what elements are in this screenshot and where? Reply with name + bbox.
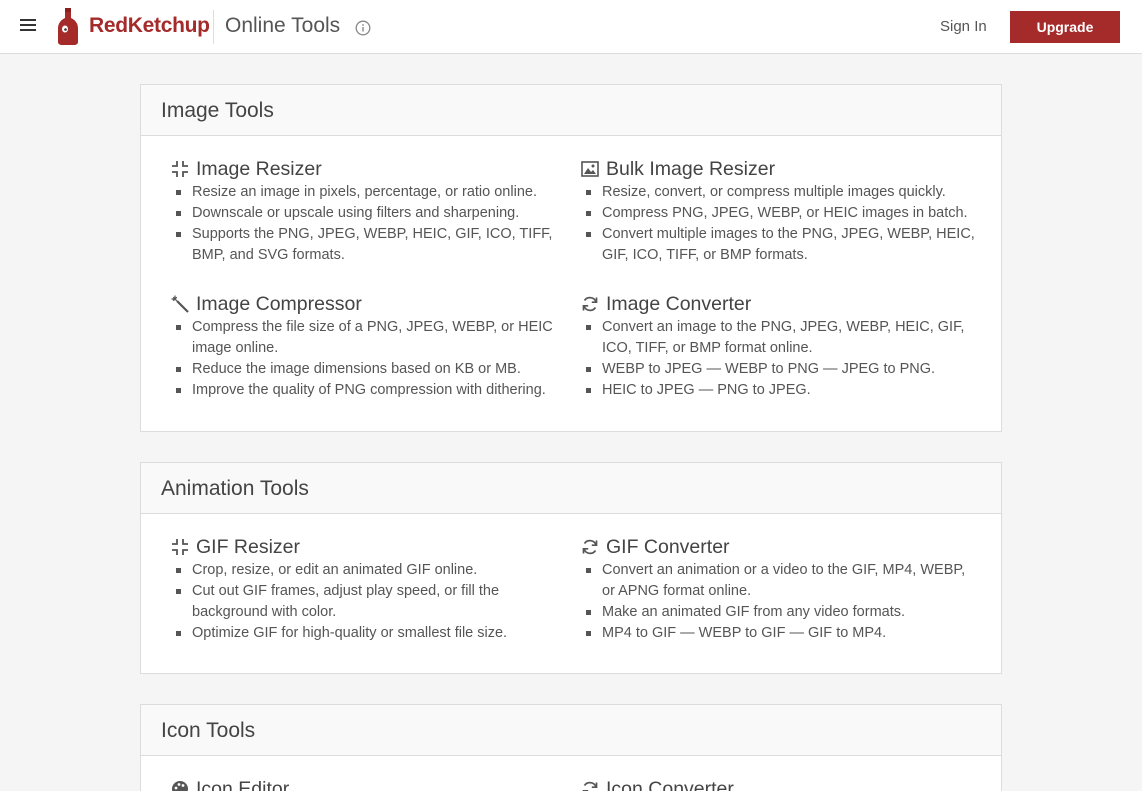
list-item: Cut out GIF frames, adjust play speed, o…: [171, 581, 571, 623]
tool-gif-resizer: GIF Resizer Crop, resize, or edit an ani…: [171, 535, 571, 644]
list-item: Convert an image to the PNG, JPEG, WEBP,…: [581, 317, 981, 359]
tool-title-text: Icon Editor: [196, 777, 290, 791]
compress-arrows-icon: [172, 539, 188, 555]
tool-gif-converter: GIF Converter Convert an animation or a …: [581, 535, 981, 644]
tool-bulk-image-resizer: Bulk Image Resizer Resize, convert, or c…: [581, 157, 981, 266]
tool-title-link[interactable]: GIF Resizer: [171, 535, 571, 559]
list-item: Resize, convert, or compress multiple im…: [581, 182, 981, 203]
tool-title-text: Image Converter: [606, 292, 752, 315]
list-item: HEIC to JPEG — PNG to JPEG.: [581, 380, 981, 401]
app-title: Online Tools: [225, 14, 341, 37]
tool-image-converter: Image Converter Convert an image to the …: [581, 292, 981, 401]
list-item: MP4 to GIF — WEBP to GIF — GIF to MP4.: [581, 623, 981, 644]
list-item: Downscale or upscale using filters and s…: [171, 203, 571, 224]
list-item: Compress PNG, JPEG, WEBP, or HEIC images…: [581, 203, 981, 224]
refresh-icon: [582, 296, 598, 312]
list-item: Crop, resize, or edit an animated GIF on…: [171, 560, 571, 581]
info-icon[interactable]: [355, 20, 371, 36]
list-item: Convert an animation or a video to the G…: [581, 560, 981, 602]
tool-title-link[interactable]: Icon Converter: [581, 777, 981, 791]
ketchup-bottle-icon[interactable]: [57, 7, 79, 45]
tool-image-compressor: Image Compressor Compress the file size …: [171, 292, 571, 401]
list-item: Convert multiple images to the PNG, JPEG…: [581, 224, 981, 266]
icon-tools-section: Icon Tools Icon Editor Icon Converter: [140, 704, 1002, 791]
tool-title-link[interactable]: Icon Editor: [171, 777, 571, 791]
refresh-icon: [582, 539, 598, 555]
list-item: Compress the file size of a PNG, JPEG, W…: [171, 317, 571, 359]
image-tools-section: Image Tools Image Resizer Resize an imag…: [140, 84, 1002, 432]
list-item: Optimize GIF for high-quality or smalles…: [171, 623, 571, 644]
tool-title-text: Icon Converter: [606, 777, 734, 791]
list-item: Supports the PNG, JPEG, WEBP, HEIC, GIF,…: [171, 224, 571, 266]
section-title: Image Tools: [141, 85, 1001, 136]
tool-title-link[interactable]: Image Converter: [581, 292, 981, 316]
tool-title-text: Image Resizer: [196, 157, 322, 180]
animation-tools-section: Animation Tools GIF Resizer Crop, resize…: [140, 462, 1002, 674]
tool-title-link[interactable]: Bulk Image Resizer: [581, 157, 981, 181]
tool-image-resizer: Image Resizer Resize an image in pixels,…: [171, 157, 571, 266]
section-title: Animation Tools: [141, 463, 1001, 514]
list-item: Resize an image in pixels, percentage, o…: [171, 182, 571, 203]
list-item: Make an animated GIF from any video form…: [581, 602, 981, 623]
section-title: Icon Tools: [141, 705, 1001, 756]
hamburger-menu-icon[interactable]: [20, 19, 36, 33]
tool-title-text: Bulk Image Resizer: [606, 157, 776, 180]
palette-icon: [172, 780, 189, 791]
tool-title-text: GIF Resizer: [196, 535, 301, 558]
list-item: WEBP to JPEG — WEBP to PNG — JPEG to PNG…: [581, 359, 981, 380]
list-item: Reduce the image dimensions based on KB …: [171, 359, 571, 380]
tool-icon-converter: Icon Converter: [581, 777, 981, 791]
header-divider: [213, 10, 214, 44]
list-item: Improve the quality of PNG compression w…: [171, 380, 571, 401]
image-icon: [581, 161, 599, 177]
magic-wand-icon: [171, 295, 189, 313]
tool-title-link[interactable]: Image Resizer: [171, 157, 571, 181]
sign-in-link[interactable]: Sign In: [940, 18, 987, 35]
tool-title-text: Image Compressor: [196, 292, 362, 315]
compress-arrows-icon: [172, 161, 188, 177]
tool-title-text: GIF Converter: [606, 535, 730, 558]
refresh-icon: [582, 781, 598, 791]
tool-icon-editor: Icon Editor: [171, 777, 571, 791]
tool-title-link[interactable]: Image Compressor: [171, 292, 571, 316]
upgrade-button[interactable]: Upgrade: [1010, 11, 1120, 43]
tool-title-link[interactable]: GIF Converter: [581, 535, 981, 559]
brand-name[interactable]: RedKetchup: [89, 14, 210, 38]
top-bar: RedKetchup Online Tools Sign In Upgrade: [0, 0, 1142, 54]
